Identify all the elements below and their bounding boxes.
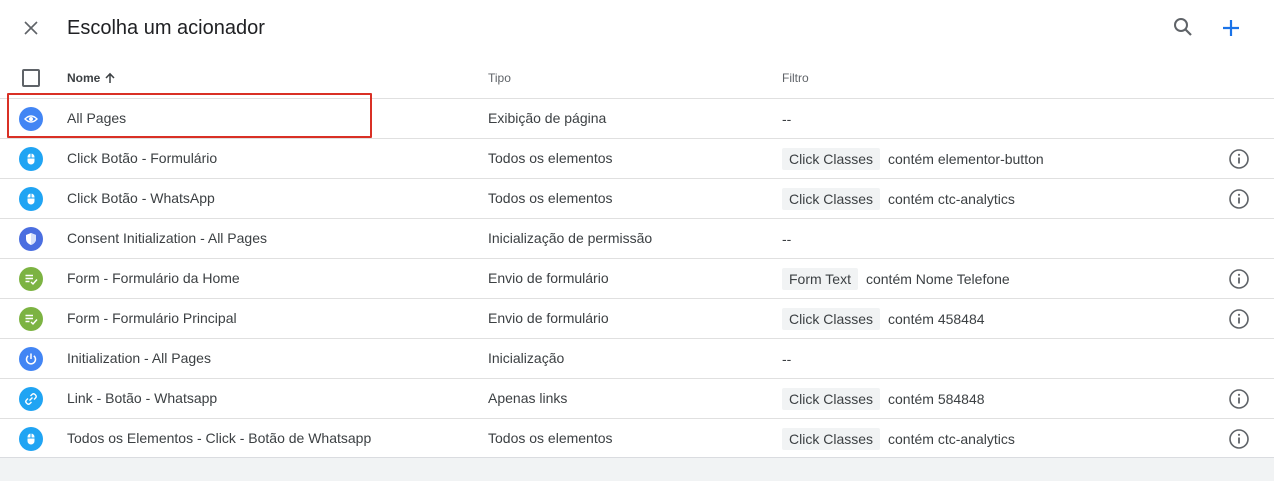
trigger-filter: -- bbox=[782, 348, 791, 370]
table-row[interactable]: Initialization - All Pages Inicialização -… bbox=[0, 339, 1274, 379]
info-button[interactable] bbox=[1227, 387, 1251, 411]
filter-empty: -- bbox=[782, 351, 792, 367]
info-button[interactable] bbox=[1227, 187, 1251, 211]
trigger-name: Consent Initialization - All Pages bbox=[67, 230, 267, 246]
filter-empty: -- bbox=[782, 111, 792, 127]
column-header-tipo: Tipo bbox=[488, 71, 511, 85]
filter-variable-chip: Click Classes bbox=[782, 188, 881, 210]
trigger-type: Inicialização bbox=[488, 350, 565, 366]
trigger-filter: Click Classes contém ctc-analytics bbox=[782, 188, 1015, 210]
trigger-name: Form - Formulário Principal bbox=[67, 310, 237, 326]
table-row[interactable]: Form - Formulário Principal Envio de form… bbox=[0, 299, 1274, 339]
table-header: Nome Tipo Filtro bbox=[0, 58, 1274, 99]
trigger-type: Todos os elementos bbox=[488, 430, 613, 446]
filter-condition: contém 458484 bbox=[888, 311, 985, 327]
power-icon bbox=[19, 347, 43, 371]
info-icon bbox=[1229, 149, 1249, 169]
filter-variable-chip: Click Classes bbox=[782, 308, 881, 330]
trigger-name: Form - Formulário da Home bbox=[67, 270, 240, 286]
filter-condition: contém ctc-analytics bbox=[888, 431, 1015, 447]
table-row[interactable]: Click Botão - WhatsApp Todos os elementos… bbox=[0, 179, 1274, 219]
info-button[interactable] bbox=[1227, 427, 1251, 451]
filter-variable-chip: Click Classes bbox=[782, 148, 881, 170]
mouse-icon bbox=[19, 427, 43, 451]
table-row[interactable]: Link - Botão - Whatsapp Apenas links Click… bbox=[0, 379, 1274, 419]
info-icon bbox=[1229, 389, 1249, 409]
shield-icon bbox=[19, 227, 43, 251]
close-button[interactable] bbox=[18, 15, 44, 41]
add-trigger-button[interactable] bbox=[1217, 14, 1245, 42]
filter-variable-chip: Click Classes bbox=[782, 428, 881, 450]
info-icon bbox=[1229, 309, 1249, 329]
page-title: Escolha um acionador bbox=[67, 17, 265, 39]
info-button[interactable] bbox=[1227, 267, 1251, 291]
trigger-type: Envio de formulário bbox=[488, 270, 609, 286]
trigger-type: Exibição de página bbox=[488, 110, 607, 126]
trigger-name: Click Botão - WhatsApp bbox=[67, 190, 215, 206]
trigger-list: All Pages Exibição de página -- Click Botão… bbox=[0, 99, 1274, 459]
trigger-name: Click Botão - Formulário bbox=[67, 150, 218, 166]
info-icon bbox=[1229, 429, 1249, 449]
link-icon bbox=[19, 387, 43, 411]
filter-condition: contém Nome Telefone bbox=[865, 271, 1010, 287]
eye-icon bbox=[19, 107, 43, 131]
table-row[interactable]: Click Botão - Formulário Todos os element… bbox=[0, 139, 1274, 179]
trigger-name: All Pages bbox=[67, 110, 127, 126]
filter-condition: contém ctc-analytics bbox=[888, 191, 1015, 207]
trigger-filter: Click Classes contém 584848 bbox=[782, 388, 985, 410]
trigger-filter: -- bbox=[782, 108, 791, 130]
column-header-filtro: Filtro bbox=[782, 71, 809, 85]
mouse-icon bbox=[19, 187, 43, 211]
info-icon bbox=[1229, 189, 1249, 209]
trigger-type: Todos os elementos bbox=[488, 190, 613, 206]
mouse-icon bbox=[19, 147, 43, 171]
trigger-picker-panel: Escolha um acionador Nome Tipo Filtro Al… bbox=[0, 0, 1274, 458]
form-icon bbox=[19, 307, 43, 331]
search-icon bbox=[1174, 18, 1192, 36]
table-row[interactable]: Form - Formulário da Home Envio de formul… bbox=[0, 259, 1274, 299]
select-all-checkbox[interactable] bbox=[22, 69, 40, 87]
trigger-type: Inicialização de permissão bbox=[488, 230, 653, 246]
form-icon bbox=[19, 267, 43, 291]
search-button[interactable] bbox=[1170, 14, 1196, 40]
trigger-filter: Click Classes contém elementor-button bbox=[782, 148, 1044, 170]
column-header-name-label: Nome bbox=[67, 71, 101, 85]
filter-condition: contém 584848 bbox=[888, 391, 985, 407]
table-row[interactable]: Todos os Elementos - Click - Botão de Wh… bbox=[0, 419, 1274, 459]
table-row[interactable]: All Pages Exibição de página -- bbox=[0, 99, 1274, 139]
trigger-name: Link - Botão - Whatsapp bbox=[67, 390, 218, 406]
trigger-name: Initialization - All Pages bbox=[67, 350, 211, 366]
trigger-type: Envio de formulário bbox=[488, 310, 609, 326]
trigger-filter: Form Text contém Nome Telefone bbox=[782, 268, 1010, 290]
filter-condition: contém elementor-button bbox=[888, 151, 1044, 167]
filter-variable-chip: Click Classes bbox=[782, 388, 881, 410]
trigger-type: Todos os elementos bbox=[488, 150, 613, 166]
column-header-name[interactable]: Nome bbox=[67, 71, 116, 85]
info-button[interactable] bbox=[1227, 307, 1251, 331]
info-icon bbox=[1229, 269, 1249, 289]
trigger-name: Todos os Elementos - Click - Botão de Wh… bbox=[67, 430, 372, 446]
filter-variable-chip: Form Text bbox=[782, 268, 858, 290]
info-button[interactable] bbox=[1227, 147, 1251, 171]
arrow-up-icon bbox=[105, 72, 115, 83]
close-icon bbox=[24, 21, 38, 35]
trigger-type: Apenas links bbox=[488, 390, 568, 406]
trigger-filter: Click Classes contém 458484 bbox=[782, 308, 985, 330]
trigger-filter: -- bbox=[782, 228, 791, 250]
filter-empty: -- bbox=[782, 231, 792, 247]
trigger-filter: Click Classes contém ctc-analytics bbox=[782, 428, 1015, 450]
table-row[interactable]: Consent Initialization - All Pages Inicia… bbox=[0, 219, 1274, 259]
panel-header: Escolha um acionador bbox=[0, 0, 1274, 56]
add-icon bbox=[1223, 20, 1239, 36]
